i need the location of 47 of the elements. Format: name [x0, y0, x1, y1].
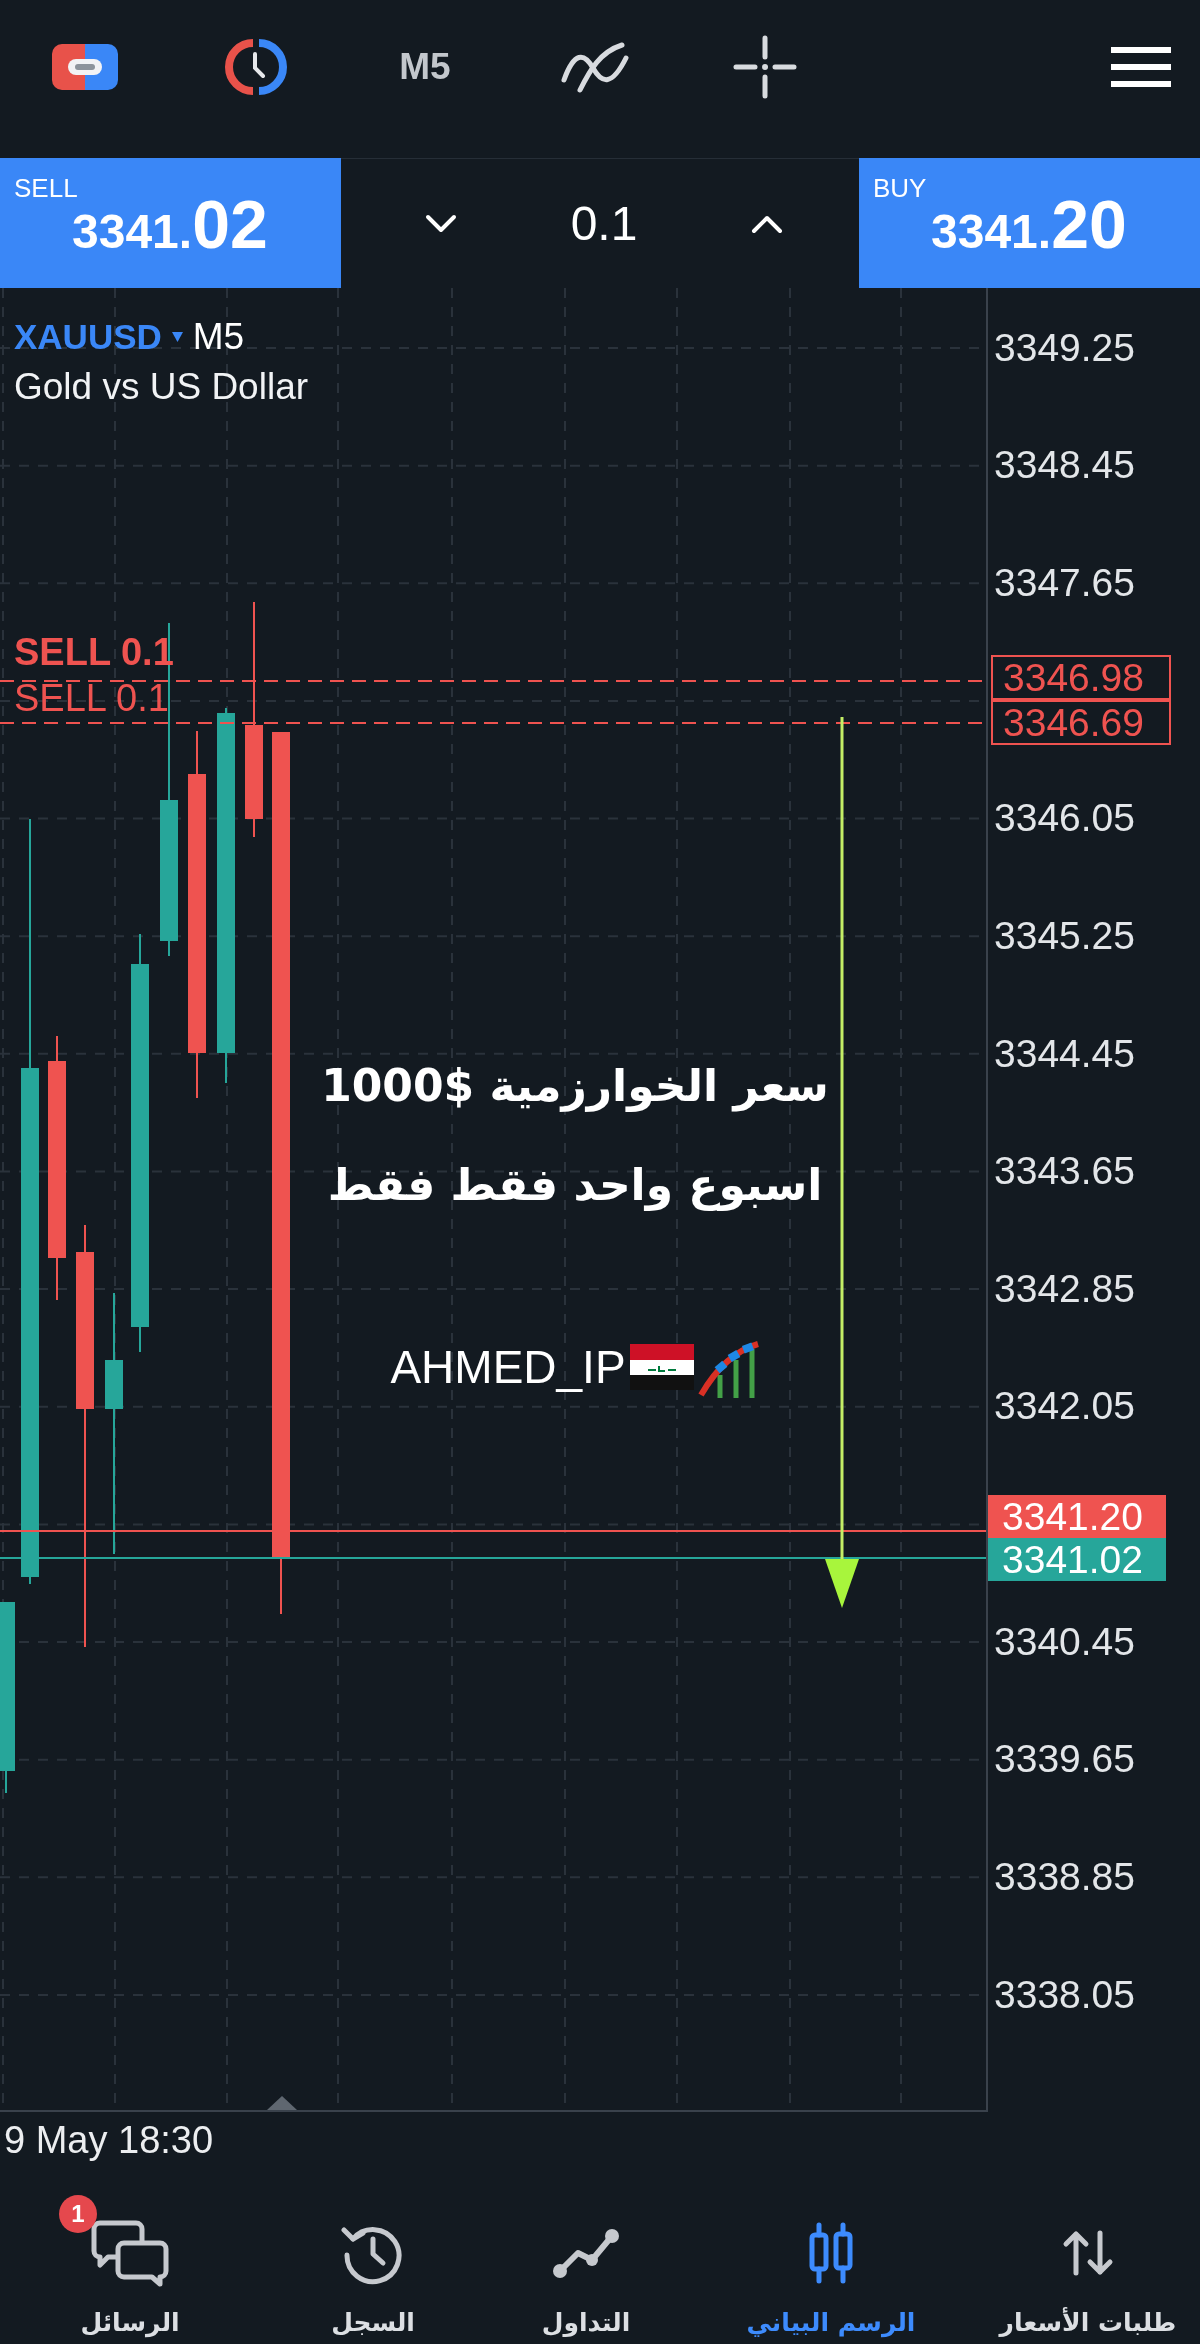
timeframe-button[interactable]: M5	[399, 45, 451, 89]
switch-icon[interactable]	[52, 44, 118, 90]
signature-text: AHMED_IP	[390, 1339, 626, 1395]
price-axis-label: 3340.45	[994, 1619, 1135, 1664]
price-axis-label: 3338.05	[994, 1972, 1135, 2017]
menu-icon[interactable]	[1111, 47, 1171, 87]
price-axis-label: 3349.25	[994, 325, 1135, 370]
time-marker-icon[interactable]	[267, 2096, 297, 2110]
price-axis-label: 3342.05	[994, 1384, 1135, 1429]
chevron-up-icon[interactable]	[751, 213, 783, 234]
line-chart-icon	[552, 2227, 620, 2279]
price-axis-label: 3339.65	[994, 1737, 1135, 1782]
price-axis-label: 3345.25	[994, 913, 1135, 958]
symbol-description: Gold vs US Dollar	[14, 365, 309, 409]
dropdown-triangle-icon	[171, 332, 183, 342]
price-axis-label: 3344.45	[994, 1031, 1135, 1076]
order-label: SELL 0.1	[14, 678, 169, 718]
up-down-arrows-icon	[1061, 2230, 1115, 2276]
clock-icon[interactable]	[223, 39, 287, 95]
price-axis-label: 3347.65	[994, 561, 1135, 606]
crosshair-icon[interactable]	[733, 35, 797, 99]
buy-button[interactable]: BUY 3341.20	[859, 158, 1200, 288]
bid-price-tag: 3341.02	[988, 1538, 1166, 1581]
price-axis-label: 3343.65	[994, 1149, 1135, 1194]
sell-button[interactable]: SELL 3341.02	[0, 158, 341, 288]
caption-text: سعر الخوارزمية $1000	[321, 1059, 829, 1114]
price-axis-label: 3346.05	[994, 796, 1135, 841]
price-axis-label: 3338.85	[994, 1854, 1135, 1899]
indicator-wave-icon[interactable]	[560, 40, 630, 94]
nav-tab[interactable]: السجل	[260, 2168, 486, 2344]
price-axis-label: 3342.85	[994, 1266, 1135, 1311]
order-price-tag: 3346.69	[991, 700, 1171, 745]
timeframe-label: M5	[192, 316, 245, 358]
symbol-name: XAUUSD	[14, 316, 162, 358]
order-price-tag: 3346.98	[991, 655, 1171, 700]
nav-tab[interactable]: طلبات الأسعار	[976, 2168, 1200, 2344]
flag-icon	[629, 1343, 694, 1390]
price-axis-label: 3348.45	[994, 443, 1135, 488]
nav-tab[interactable]: الرسم البياني	[686, 2168, 976, 2344]
nav-tab[interactable]: التداول	[486, 2168, 686, 2344]
chat-bubbles-icon	[90, 2219, 170, 2287]
notification-badge: 1	[59, 2195, 97, 2233]
ask-price-tag: 3341.20	[988, 1495, 1166, 1538]
volume-value: 0.1	[570, 195, 638, 252]
time-label: 9 May 18:30	[4, 2118, 214, 2162]
caption-text: اسبوع واحد فقط فقط	[327, 1158, 823, 1213]
chevron-down-icon[interactable]	[425, 213, 457, 234]
